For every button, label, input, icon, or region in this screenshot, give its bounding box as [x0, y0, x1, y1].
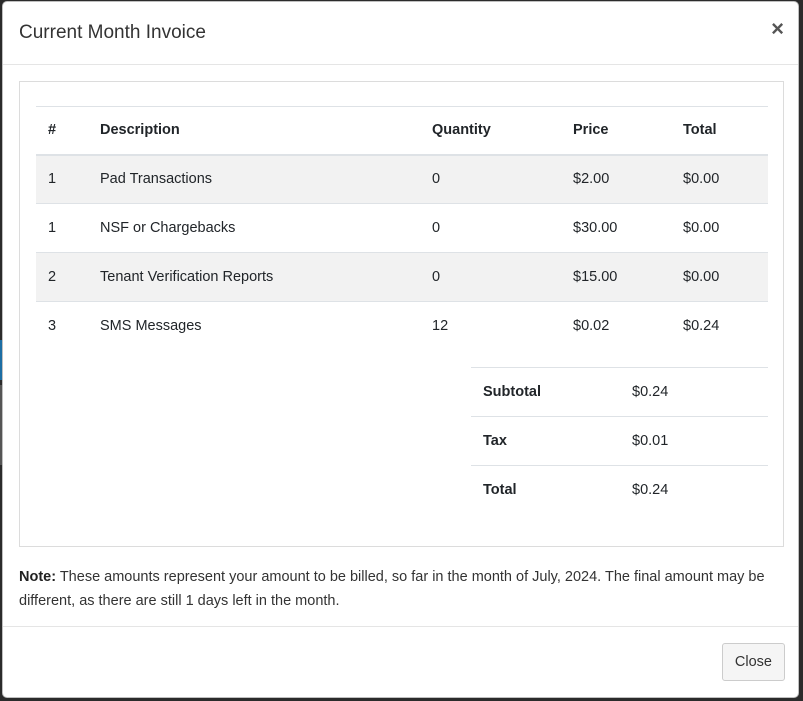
invoice-table: # Description Quantity Price Total 1 Pad…: [36, 106, 768, 351]
note-label: Note:: [19, 569, 57, 585]
modal-title: Current Month Invoice: [19, 22, 206, 43]
table-row: 3 SMS Messages 12 $0.02 $0.24: [36, 301, 768, 351]
row-total: $0.00: [671, 154, 768, 204]
row-quantity: 0: [420, 203, 561, 253]
modal-footer: Close: [3, 626, 798, 697]
table-row: 1 Pad Transactions 0 $2.00 $0.00: [36, 154, 768, 204]
column-header-total: Total: [671, 106, 768, 156]
column-header-number: #: [36, 106, 88, 156]
row-description: SMS Messages: [88, 301, 420, 351]
close-icon[interactable]: ×: [771, 18, 784, 40]
row-total: $0.24: [671, 301, 768, 351]
billing-note: Note: These amounts represent your amoun…: [19, 565, 779, 613]
row-quantity: 12: [420, 301, 561, 351]
column-header-description: Description: [88, 106, 420, 156]
row-description: Tenant Verification Reports: [88, 252, 420, 302]
row-description: Pad Transactions: [88, 154, 420, 204]
modal-header: Current Month Invoice ×: [3, 2, 798, 65]
row-total: $0.00: [671, 252, 768, 302]
table-row: 1 NSF or Chargebacks 0 $30.00 $0.00: [36, 203, 768, 253]
subtotal-value: $0.24: [620, 366, 768, 416]
total-label: Total: [471, 464, 620, 514]
row-description: NSF or Chargebacks: [88, 203, 420, 253]
row-number: 3: [36, 301, 88, 351]
summary-table: Subtotal $0.24 Tax $0.01 Total $0.24: [471, 366, 768, 514]
modal-body: # Description Quantity Price Total 1 Pad…: [3, 65, 798, 613]
column-header-quantity: Quantity: [420, 106, 561, 156]
row-quantity: 0: [420, 252, 561, 302]
close-button[interactable]: Close: [721, 643, 785, 681]
tax-row: Tax $0.01: [471, 415, 768, 465]
row-number: 2: [36, 252, 88, 302]
tax-label: Tax: [471, 415, 620, 465]
row-price: $30.00: [561, 203, 671, 253]
row-quantity: 0: [420, 154, 561, 204]
subtotal-row: Subtotal $0.24: [471, 366, 768, 416]
subtotal-label: Subtotal: [471, 366, 620, 416]
row-price: $15.00: [561, 252, 671, 302]
total-value: $0.24: [620, 464, 768, 514]
row-price: $0.02: [561, 301, 671, 351]
column-header-price: Price: [561, 106, 671, 156]
table-row: 2 Tenant Verification Reports 0 $15.00 $…: [36, 252, 768, 302]
row-total: $0.00: [671, 203, 768, 253]
row-number: 1: [36, 203, 88, 253]
tax-value: $0.01: [620, 415, 768, 465]
total-row: Total $0.24: [471, 464, 768, 514]
table-header-row: # Description Quantity Price Total: [36, 106, 768, 156]
note-text: These amounts represent your amount to b…: [19, 569, 765, 609]
row-number: 1: [36, 154, 88, 204]
invoice-panel: # Description Quantity Price Total 1 Pad…: [19, 81, 784, 547]
invoice-modal: Current Month Invoice × # Description Qu…: [2, 1, 799, 698]
row-price: $2.00: [561, 154, 671, 204]
